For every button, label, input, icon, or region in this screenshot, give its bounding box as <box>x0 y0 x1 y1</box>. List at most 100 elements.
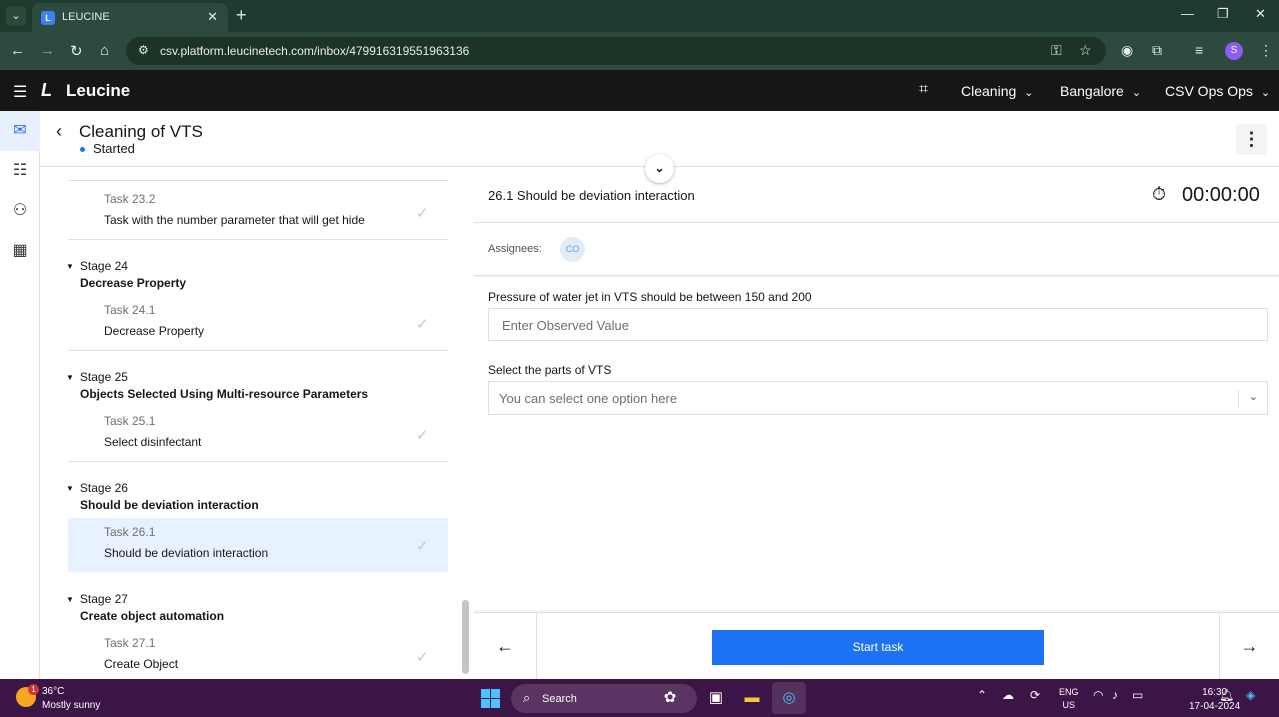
checklist-icon[interactable]: ☷ <box>0 151 40 191</box>
search-highlight-icon[interactable]: ✿ <box>660 688 680 708</box>
check-icon: ✓ <box>416 205 429 222</box>
scan-qr-icon[interactable]: ⌗ <box>919 81 928 99</box>
task-item-24-1[interactable]: Task 24.1 Decrease Property ✓ <box>68 296 448 350</box>
language-indicator[interactable]: ENG US <box>1059 686 1079 712</box>
task-view-icon[interactable]: ▣ <box>706 688 726 708</box>
stage-name: Decrease Property <box>80 276 187 290</box>
chrome-icon[interactable]: ◎ <box>779 688 799 708</box>
job-status: Started <box>80 141 135 156</box>
battery-icon[interactable]: ▭ <box>1132 688 1143 702</box>
camera-extension-icon[interactable]: ◉ <box>1121 42 1133 59</box>
task-item-25-1[interactable]: Task 25.1 Select disinfectant ✓ <box>68 407 448 461</box>
inbox-icon[interactable]: ✉ <box>0 111 40 151</box>
task-item-27-1[interactable]: Task 27.1 Create Object ✓ <box>68 629 448 679</box>
tab-search-button[interactable]: ⌄ <box>6 6 26 26</box>
bookmark-star-icon[interactable]: ☆ <box>1079 42 1092 59</box>
select-separator <box>1238 390 1239 408</box>
chevron-down-icon: ⌄ <box>1131 87 1142 99</box>
browser-toolbar: ← → ↻ ⌂ ⚙ csv.platform.leucinetech.com/i… <box>0 32 1279 70</box>
assignee-avatar[interactable]: CO <box>560 237 585 262</box>
task-item-26-1[interactable]: Task 26.1 Should be deviation interactio… <box>68 518 448 572</box>
assignees-label: Assignees: <box>488 243 542 255</box>
windows-start-icon[interactable] <box>481 689 500 708</box>
triangle-down-icon: ▼ <box>66 595 74 605</box>
check-icon: ✓ <box>416 649 429 666</box>
sync-icon[interactable]: ⟳ <box>1030 688 1040 702</box>
task-name: Task with the number parameter that will… <box>104 213 365 227</box>
media-control-icon[interactable]: ≡ <box>1195 42 1203 58</box>
chevron-up-icon[interactable]: ⌃ <box>977 688 987 702</box>
stage-27-header[interactable]: ▼ Stage 27 <box>66 592 128 606</box>
minimize-icon[interactable]: — <box>1181 6 1194 21</box>
back-arrow-icon[interactable]: ‹ <box>56 121 62 142</box>
stopwatch-icon: ⏱ <box>1152 184 1167 204</box>
url-text[interactable]: csv.platform.leucinetech.com/inbox/47991… <box>160 44 469 58</box>
parts-select[interactable]: You can select one option here ⌄ <box>488 381 1268 415</box>
browser-menu-icon[interactable]: ⋮ <box>1259 42 1273 59</box>
stage-24-header[interactable]: ▼ Stage 24 <box>66 259 128 273</box>
weather-description[interactable]: Mostly sunny <box>42 700 100 711</box>
calculator-icon[interactable]: ▦ <box>0 231 40 271</box>
stage-26-header[interactable]: ▼ Stage 26 <box>66 481 128 495</box>
stage-name: Objects Selected Using Multi-resource Pa… <box>80 387 369 401</box>
site-info-icon[interactable]: ⚙ <box>138 43 149 57</box>
chevron-down-icon[interactable]: ⌄ <box>1249 390 1258 403</box>
reload-icon[interactable]: ↻ <box>70 42 83 60</box>
previous-task-button[interactable]: ← <box>474 613 537 680</box>
weather-temperature[interactable]: 36°C <box>42 686 64 697</box>
use-case-dropdown[interactable]: Cleaning ⌄ <box>961 83 1033 99</box>
task-title: 26.1 Should be deviation interaction <box>488 188 695 203</box>
address-bar[interactable]: ⚙ csv.platform.leucinetech.com/inbox/479… <box>126 37 1106 65</box>
file-explorer-icon[interactable]: ▬ <box>742 688 762 708</box>
close-window-icon[interactable]: ✕ <box>1255 6 1266 22</box>
copilot-icon[interactable]: ◈ <box>1246 688 1255 702</box>
task-number: Task 25.1 <box>104 414 156 428</box>
task-item-23-2[interactable]: Task 23.2 Task with the number parameter… <box>68 185 448 239</box>
cloud-icon[interactable]: ☁ <box>1002 688 1014 702</box>
back-icon[interactable]: ← <box>10 42 25 59</box>
stage-name: Create object automation <box>80 609 225 623</box>
chevron-down-icon[interactable]: ⌄ <box>645 154 674 183</box>
stage-25-header[interactable]: ▼ Stage 25 <box>66 370 128 384</box>
extensions-icon[interactable]: ⧉ <box>1152 42 1162 59</box>
language-code: ENG <box>1059 687 1079 697</box>
task-timer: 00:00:00 <box>1182 184 1260 206</box>
os-taskbar: 1 36°C Mostly sunny ⌕ Search ✿ ▣ ▬ ◎ ⌃ ☁… <box>0 679 1279 717</box>
restore-icon[interactable]: ❐ <box>1217 6 1229 22</box>
observed-value-input[interactable]: Enter Observed Value <box>488 308 1268 341</box>
search-label: Search <box>542 693 577 705</box>
facility-dropdown[interactable]: Bangalore ⌄ <box>1060 83 1141 99</box>
next-task-button[interactable]: → <box>1219 613 1279 680</box>
wifi-icon[interactable]: ◠ <box>1093 688 1103 702</box>
triangle-down-icon: ▼ <box>66 262 74 272</box>
user-dropdown[interactable]: CSV Ops Ops ⌄ <box>1165 83 1270 99</box>
browser-tab[interactable]: L LEUCINE ✕ <box>32 3 228 32</box>
triangle-down-icon: ▼ <box>66 484 74 494</box>
task-list-scrollbar[interactable] <box>462 600 469 674</box>
stage-number: Stage 24 <box>79 259 128 273</box>
forward-icon[interactable]: → <box>40 42 55 59</box>
home-icon[interactable]: ⌂ <box>100 42 109 59</box>
task-number: Task 26.1 <box>104 525 156 539</box>
task-name: Should be deviation interaction <box>104 546 269 560</box>
task-name: Select disinfectant <box>104 435 202 449</box>
use-case-label: Cleaning <box>961 83 1017 99</box>
user-label: CSV Ops Ops <box>1165 83 1253 99</box>
notifications-bell-icon[interactable]: 🔔︎ <box>1219 688 1234 702</box>
leucine-logo-icon: L <box>41 80 52 100</box>
hamburger-menu-icon[interactable]: ☰ <box>13 82 27 102</box>
close-tab-icon[interactable]: ✕ <box>207 9 218 25</box>
leucine-favicon-icon: L <box>41 11 55 25</box>
check-icon: ✓ <box>416 427 429 444</box>
profile-avatar[interactable]: S <box>1225 42 1243 60</box>
volume-icon[interactable]: ♪ <box>1112 688 1118 702</box>
divider <box>68 461 448 462</box>
task-detail-panel: 26.1 Should be deviation interaction ⏱ 0… <box>474 167 1279 680</box>
more-options-button[interactable]: ⋮ <box>1236 124 1267 155</box>
ontology-icon[interactable]: ⚇ <box>0 191 40 231</box>
new-tab-button[interactable]: + <box>236 5 247 26</box>
password-key-icon[interactable]: ⚿ <box>1051 42 1062 59</box>
left-nav-rail: ✉ ☷ ⚇ ▦ <box>0 111 40 679</box>
start-task-button[interactable]: Start task <box>712 630 1044 665</box>
input-placeholder: Enter Observed Value <box>502 318 629 333</box>
